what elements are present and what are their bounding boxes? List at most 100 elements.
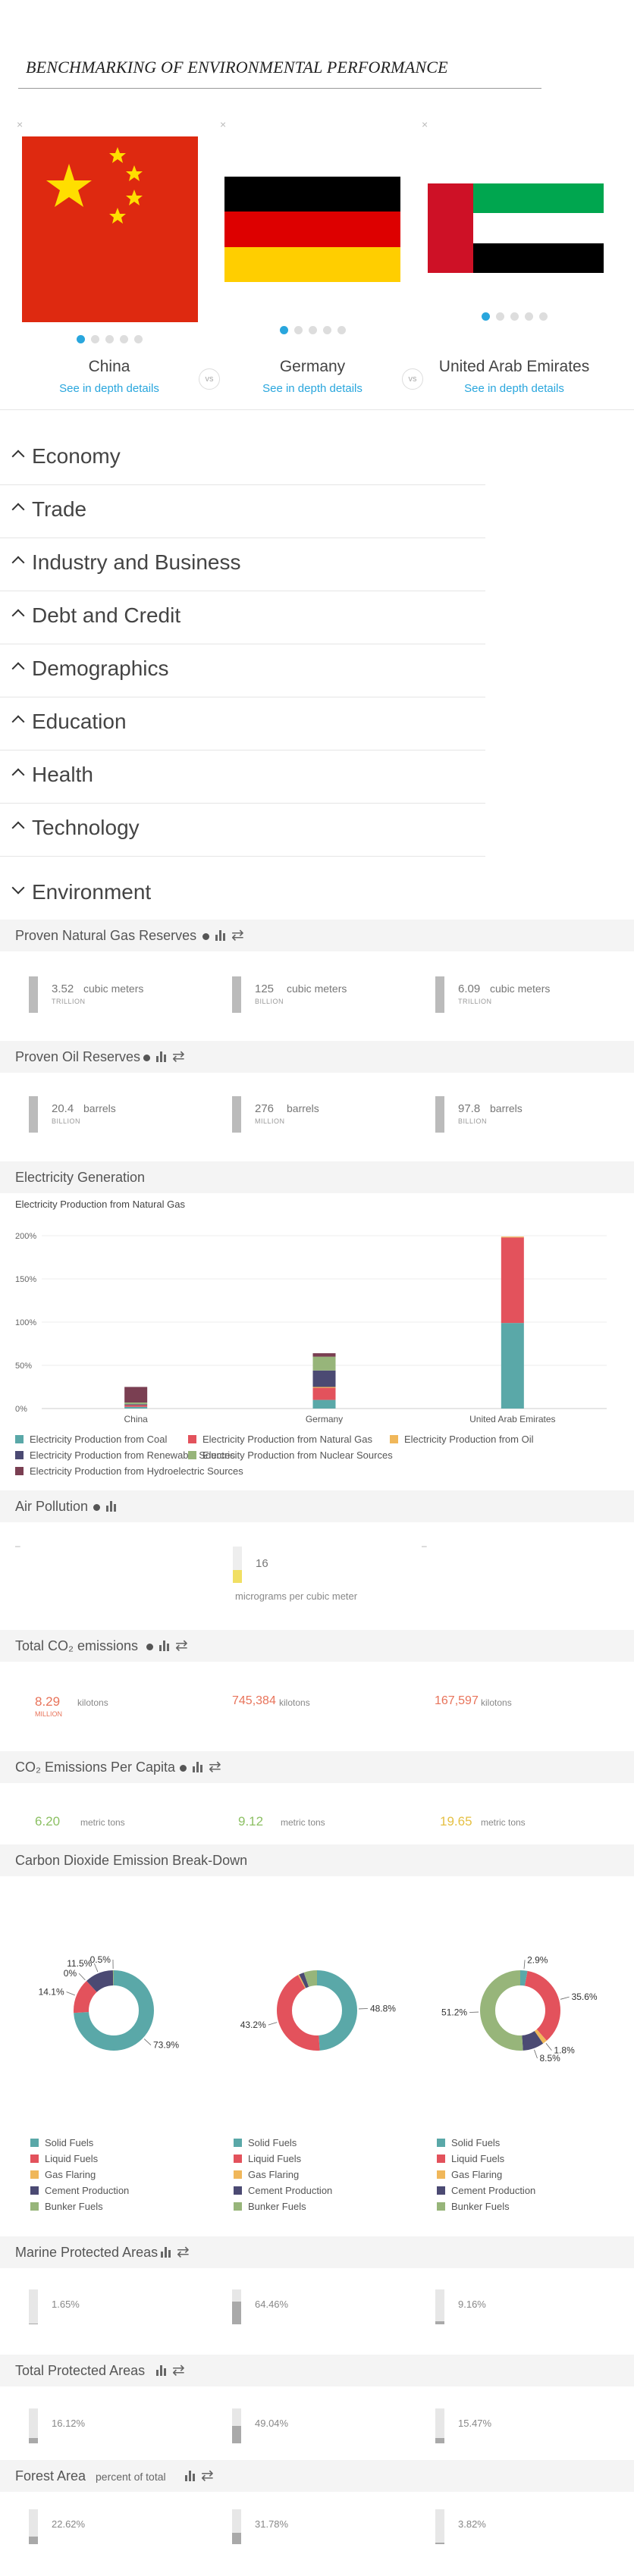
legend-label: Electricity Production from Oil (404, 1434, 534, 1445)
gas-cell-china: 3.52 cubic meters TRILLION (8, 972, 205, 1017)
info-icon[interactable] (146, 1644, 153, 1650)
legend-item[interactable]: Gas Flaring (234, 2167, 299, 2183)
legend-item[interactable]: Liquid Fuels (437, 2151, 504, 2167)
legend-item[interactable]: Gas Flaring (437, 2167, 502, 2183)
unit: barrels (490, 1102, 523, 1114)
forest-value: 31.78% (255, 2518, 289, 2530)
legend-item[interactable]: Electricity Production from Coal (15, 1434, 167, 1445)
legend-item[interactable]: Solid Fuels (234, 2135, 297, 2151)
protected-bar-track (435, 2408, 444, 2443)
marine-bar-track (29, 2289, 38, 2324)
value: 6.09 (458, 982, 481, 995)
marine-cell-china: 1.65% (8, 2286, 205, 2327)
legend-label: Cement Production (248, 2185, 333, 2196)
swap-icon[interactable]: ⇄ (209, 1760, 221, 1775)
accordion-demographics[interactable]: Demographics (0, 644, 485, 697)
co2-capita-germany-value: 9.12 (238, 1814, 264, 1829)
swap-icon[interactable]: ⇄ (177, 2245, 190, 2260)
accordion-economy[interactable]: Economy (0, 432, 485, 485)
carousel-dots[interactable] (214, 324, 411, 338)
bar-chart-icon[interactable] (161, 2247, 171, 2258)
legend-swatch (437, 2186, 445, 2195)
section-title: Air Pollution (15, 1499, 89, 1514)
bar-segment (312, 1353, 336, 1357)
legend-label: Cement Production (45, 2185, 130, 2196)
close-icon[interactable]: × (17, 118, 23, 130)
gas-bar (435, 976, 444, 1013)
info-icon[interactable] (180, 1765, 187, 1772)
bar-segment (124, 1406, 148, 1409)
close-icon[interactable]: × (220, 118, 226, 130)
swap-icon[interactable]: ⇄ (201, 2468, 214, 2484)
accordion-trade[interactable]: Trade (0, 485, 485, 538)
unit: cubic meters (83, 982, 144, 995)
details-link[interactable]: See in depth details (11, 382, 208, 395)
bar-chart-icon[interactable] (156, 1051, 166, 1062)
legend-item[interactable]: Liquid Fuels (234, 2151, 301, 2167)
accordion-label: Debt and Credit (32, 603, 181, 627)
co2-capita-uae-unit: metric tons (481, 1817, 526, 1828)
slice-label: 0.5% (90, 1954, 111, 1965)
legend-item[interactable]: Electricity Production from Oil (390, 1434, 534, 1445)
accordion-education[interactable]: Education (0, 697, 485, 751)
legend-item[interactable]: Cement Production (437, 2183, 535, 2198)
carousel-dots[interactable] (11, 334, 208, 347)
close-icon[interactable]: × (422, 118, 428, 130)
bar-chart-icon[interactable] (156, 2365, 166, 2376)
bar-chart-icon[interactable] (185, 2471, 195, 2481)
country-column-germany: × Germany See in depth details (214, 114, 411, 402)
accordion-technology[interactable]: Technology (0, 804, 485, 857)
swap-icon[interactable]: ⇄ (172, 1049, 185, 1064)
bar-chart-icon[interactable] (215, 930, 225, 941)
total-co2-germany-value: 745,384 (232, 1694, 276, 1707)
swap-icon[interactable]: ⇄ (175, 1638, 188, 1653)
legend-swatch (234, 2139, 242, 2147)
info-icon[interactable] (143, 1055, 150, 1061)
forest-value: 22.62% (52, 2518, 86, 2530)
x-tick-label: Germany (306, 1414, 343, 1424)
section-title: Forest Area (15, 2468, 86, 2484)
legend-item[interactable]: Gas Flaring (30, 2167, 96, 2183)
info-icon[interactable] (93, 1504, 100, 1511)
legend-label: Electricity Production from Coal (30, 1434, 168, 1445)
marine-bar-track (435, 2289, 444, 2324)
swap-icon[interactable]: ⇄ (231, 928, 244, 943)
legend-item[interactable]: Bunker Fuels (234, 2198, 306, 2214)
info-icon[interactable] (202, 933, 209, 940)
legend-item[interactable]: Bunker Fuels (437, 2198, 510, 2214)
legend-swatch (437, 2202, 445, 2211)
legend-item[interactable]: Cement Production (234, 2183, 332, 2198)
legend-item[interactable]: Solid Fuels (437, 2135, 500, 2151)
accordion-environment[interactable]: Environment (0, 868, 485, 921)
legend-item[interactable]: Solid Fuels (30, 2135, 93, 2151)
electricity-chart: 200% 150% 100% 50% 0% China Germany United Arab… (15, 1232, 607, 1424)
legend-swatch (437, 2139, 445, 2147)
legend-label: Solid Fuels (451, 2137, 501, 2148)
no-data-uae: – (422, 1540, 427, 1551)
legend-item[interactable]: Bunker Fuels (30, 2198, 103, 2214)
bar-chart-icon[interactable] (106, 1501, 116, 1512)
forest-bar-track (435, 2509, 444, 2544)
carousel-dots[interactable] (416, 311, 613, 324)
legend-item[interactable]: Cement Production (30, 2183, 129, 2198)
accordion-debt[interactable]: Debt and Credit (0, 591, 485, 644)
details-link[interactable]: See in depth details (416, 382, 613, 395)
legend-swatch (437, 2155, 445, 2163)
forest-bar-fill (29, 2536, 38, 2544)
legend-item[interactable]: Electricity Production from Nuclear Sour… (188, 1449, 393, 1461)
accordion-health[interactable]: Health (0, 751, 485, 804)
legend-item[interactable]: Liquid Fuels (30, 2151, 98, 2167)
legend-item[interactable]: Electricity Production from Natural Gas (188, 1434, 372, 1445)
legend-label: Bunker Fuels (45, 2201, 103, 2212)
gas-cell-germany: 125 cubic meters BILLION (211, 972, 408, 1017)
forest-bar-fill (232, 2533, 241, 2544)
legend-swatch (15, 1467, 24, 1475)
legend-swatch (30, 2202, 39, 2211)
bar-segment (312, 1370, 336, 1387)
accordion-industry[interactable]: Industry and Business (0, 538, 485, 591)
swap-icon[interactable]: ⇄ (172, 2363, 185, 2378)
legend-item[interactable]: Electricity Production from Hydroelectri… (15, 1465, 243, 1477)
details-link[interactable]: See in depth details (214, 382, 411, 395)
bar-chart-icon[interactable] (193, 1762, 202, 1772)
bar-chart-icon[interactable] (159, 1641, 169, 1651)
